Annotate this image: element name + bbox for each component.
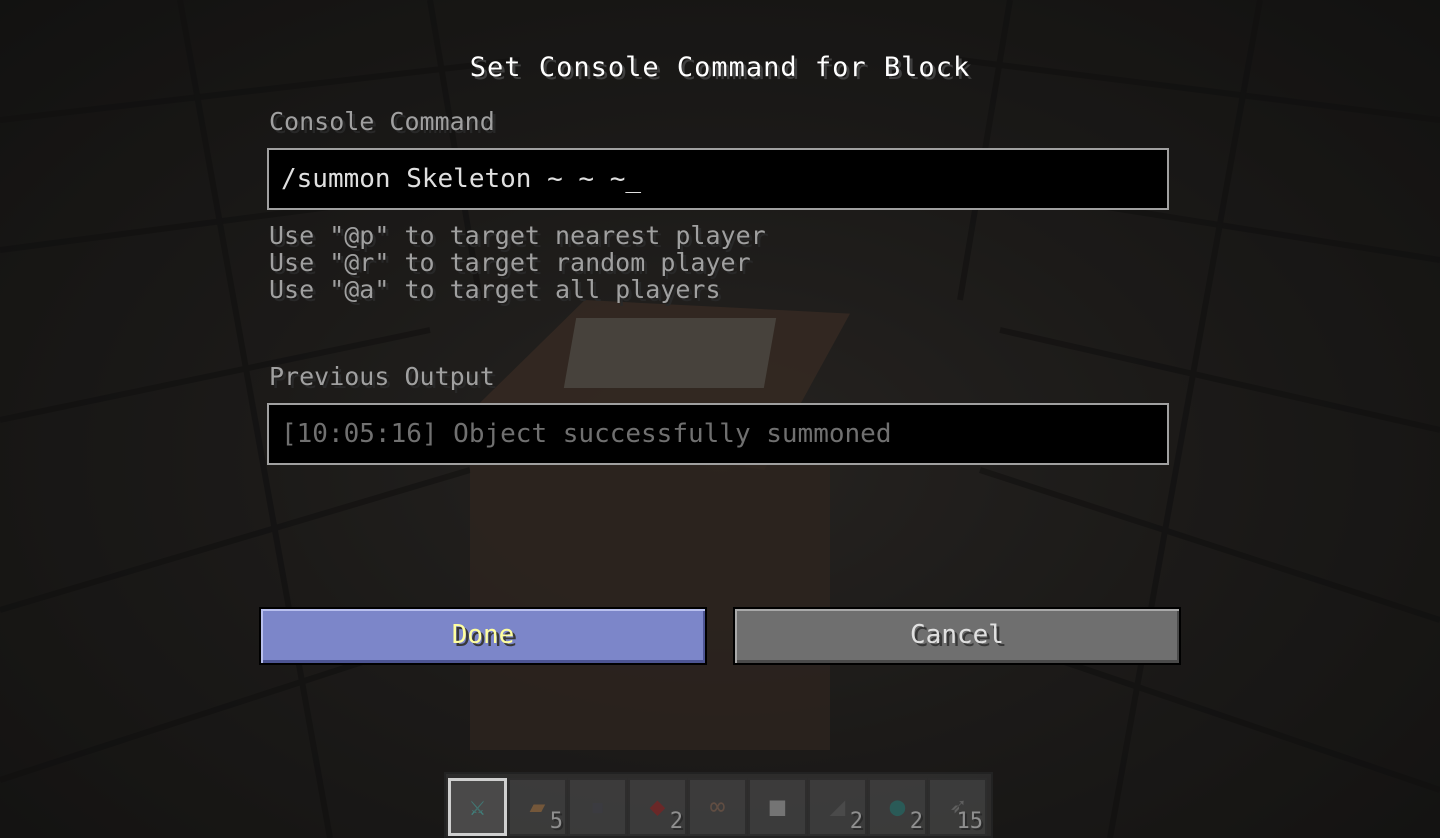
item-count: 2 [849,809,863,834]
diamond-sword-icon: ⚔ [469,792,486,822]
cancel-button[interactable]: Cancel [733,607,1181,665]
command-label: Console Command [269,107,495,136]
flint-and-steel-icon: ◢ [829,792,846,822]
hint-random-player: Use "@r" to target random player [269,248,751,277]
hotbar-slot[interactable]: ▰ 5 [508,778,567,836]
item-count: 2 [909,809,923,834]
stone-block-icon: ■ [769,792,786,822]
redstone-icon: ◆ [649,792,666,822]
hint-all-players: Use "@a" to target all players [269,275,721,304]
bread-icon: ▰ [529,792,546,822]
hotbar: ⚔ ▰ 5 ▪ ◆ 2 ∞ ■ ◢ 2 ● 2 ➶ 15 [444,772,993,838]
selector-hints: Use "@p" to target nearest player Use "@… [269,222,766,303]
hotbar-slot[interactable]: ◢ 2 [808,778,867,836]
lead-icon: ∞ [709,792,726,822]
hint-nearest-player: Use "@p" to target nearest player [269,221,766,250]
dialog-title: Set Console Command for Block [469,52,971,83]
command-input[interactable]: /summon Skeleton ~ ~ ~_ [267,148,1169,210]
hotbar-slot[interactable]: ■ [748,778,807,836]
item-count: 15 [956,809,984,834]
text-caret: _ [625,164,642,194]
hotbar-slot[interactable]: ● 2 [868,778,927,836]
item-count: 2 [669,809,683,834]
hotbar-slot[interactable]: ◆ 2 [628,778,687,836]
previous-output-text: [10:05:16] Object successfully summoned [281,419,892,449]
item-count: 5 [549,809,563,834]
command-text: /summon Skeleton ~ ~ ~ [281,164,626,194]
ender-pearl-icon: ● [889,792,906,822]
previous-output-field: [10:05:16] Object successfully summoned [267,403,1169,465]
hotbar-slot[interactable]: ⚔ [448,778,507,836]
done-button[interactable]: Done [259,607,707,665]
game-screen: Set Console Command for Block Console Co… [0,0,1440,838]
hotbar-slot[interactable]: ∞ [688,778,747,836]
hotbar-slot[interactable]: ➶ 15 [928,778,987,836]
output-label: Previous Output [269,362,495,391]
hotbar-slot[interactable]: ▪ [568,778,627,836]
flint-icon: ▪ [589,792,606,822]
